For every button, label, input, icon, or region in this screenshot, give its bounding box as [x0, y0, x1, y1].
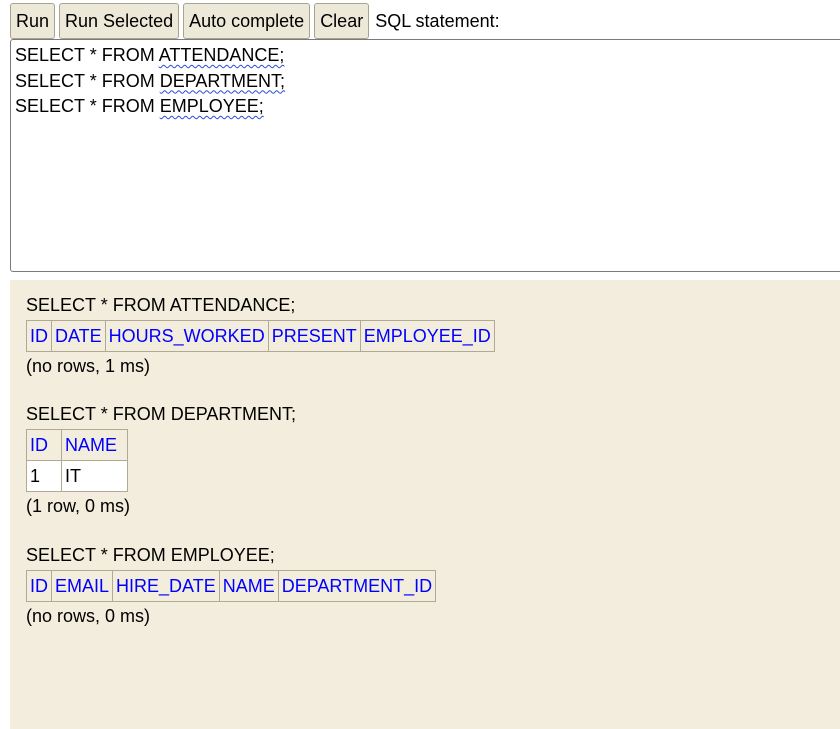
table-header-row: ID NAME — [26, 429, 128, 461]
column-header[interactable]: PRESENT — [267, 320, 361, 352]
results-panel: SELECT * FROM ATTENDANCE; ID DATE HOURS_… — [10, 280, 840, 729]
run-selected-button[interactable]: Run Selected — [59, 3, 180, 39]
column-header[interactable]: ID — [26, 570, 52, 602]
sql-line-keyword: SELECT * FROM — [15, 70, 160, 91]
table-header-row: ID EMAIL HIRE_DATE NAME DEPARTMENT_ID — [26, 570, 437, 602]
result-status: (no rows, 1 ms) — [26, 356, 151, 376]
result-table: ID DATE HOURS_WORKED PRESENT EMPLOYEE_ID — [26, 320, 495, 352]
sql-editor[interactable]: SELECT * FROM ATTENDANCE; SELECT * FROM … — [10, 39, 840, 272]
column-header[interactable]: EMPLOYEE_ID — [359, 320, 495, 352]
column-header[interactable]: NAME — [218, 570, 279, 602]
result-block-attendance: SELECT * FROM ATTENDANCE; ID DATE HOURS_… — [26, 294, 495, 377]
result-table: ID EMAIL HIRE_DATE NAME DEPARTMENT_ID — [26, 570, 437, 602]
column-header[interactable]: NAME — [61, 429, 128, 461]
sql-line-keyword: SELECT * FROM — [15, 96, 160, 116]
sql-line-table: DEPARTMENT; — [159, 70, 286, 91]
result-sql: SELECT * FROM DEPARTMENT; — [26, 404, 297, 424]
auto-complete-button[interactable]: Auto complete — [183, 3, 311, 39]
run-button[interactable]: Run — [10, 3, 56, 39]
column-header[interactable]: DATE — [51, 320, 106, 352]
result-block-employee: SELECT * FROM EMPLOYEE; ID EMAIL HIRE_DA… — [26, 544, 437, 627]
result-block-department: SELECT * FROM DEPARTMENT; ID NAME 1 IT (… — [26, 403, 296, 517]
column-header[interactable]: EMAIL — [50, 570, 114, 602]
sql-line: SELECT * FROM EMPLOYEE; — [15, 94, 840, 120]
sql-line-table: ATTENDANCE; — [158, 45, 285, 65]
sql-line-table: EMPLOYEE; — [159, 96, 264, 116]
column-header[interactable]: HIRE_DATE — [112, 570, 220, 602]
column-header[interactable]: HOURS_WORKED — [104, 320, 269, 352]
result-sql: SELECT * FROM EMPLOYEE; — [26, 545, 275, 565]
result-status: (1 row, 0 ms) — [26, 496, 131, 516]
column-header[interactable]: DEPARTMENT_ID — [277, 570, 437, 602]
result-table: ID NAME 1 IT — [26, 429, 128, 492]
table-row: 1 IT — [26, 460, 128, 492]
sql-line: SELECT * FROM ATTENDANCE; — [15, 43, 840, 69]
sql-statement-label: SQL statement: — [375, 10, 500, 31]
result-sql: SELECT * FROM ATTENDANCE; — [26, 295, 296, 315]
clear-button[interactable]: Clear — [314, 3, 370, 39]
sql-line: SELECT * FROM DEPARTMENT; — [15, 69, 840, 95]
table-cell[interactable]: IT — [61, 460, 128, 492]
sql-line-keyword: SELECT * FROM — [15, 45, 159, 65]
column-header[interactable]: ID — [26, 429, 62, 461]
column-header[interactable]: ID — [26, 320, 52, 352]
table-header-row: ID DATE HOURS_WORKED PRESENT EMPLOYEE_ID — [26, 320, 495, 352]
toolbar: Run Run Selected Auto complete Clear SQL… — [10, 3, 500, 39]
result-status: (no rows, 0 ms) — [26, 606, 151, 626]
table-cell[interactable]: 1 — [26, 460, 62, 492]
